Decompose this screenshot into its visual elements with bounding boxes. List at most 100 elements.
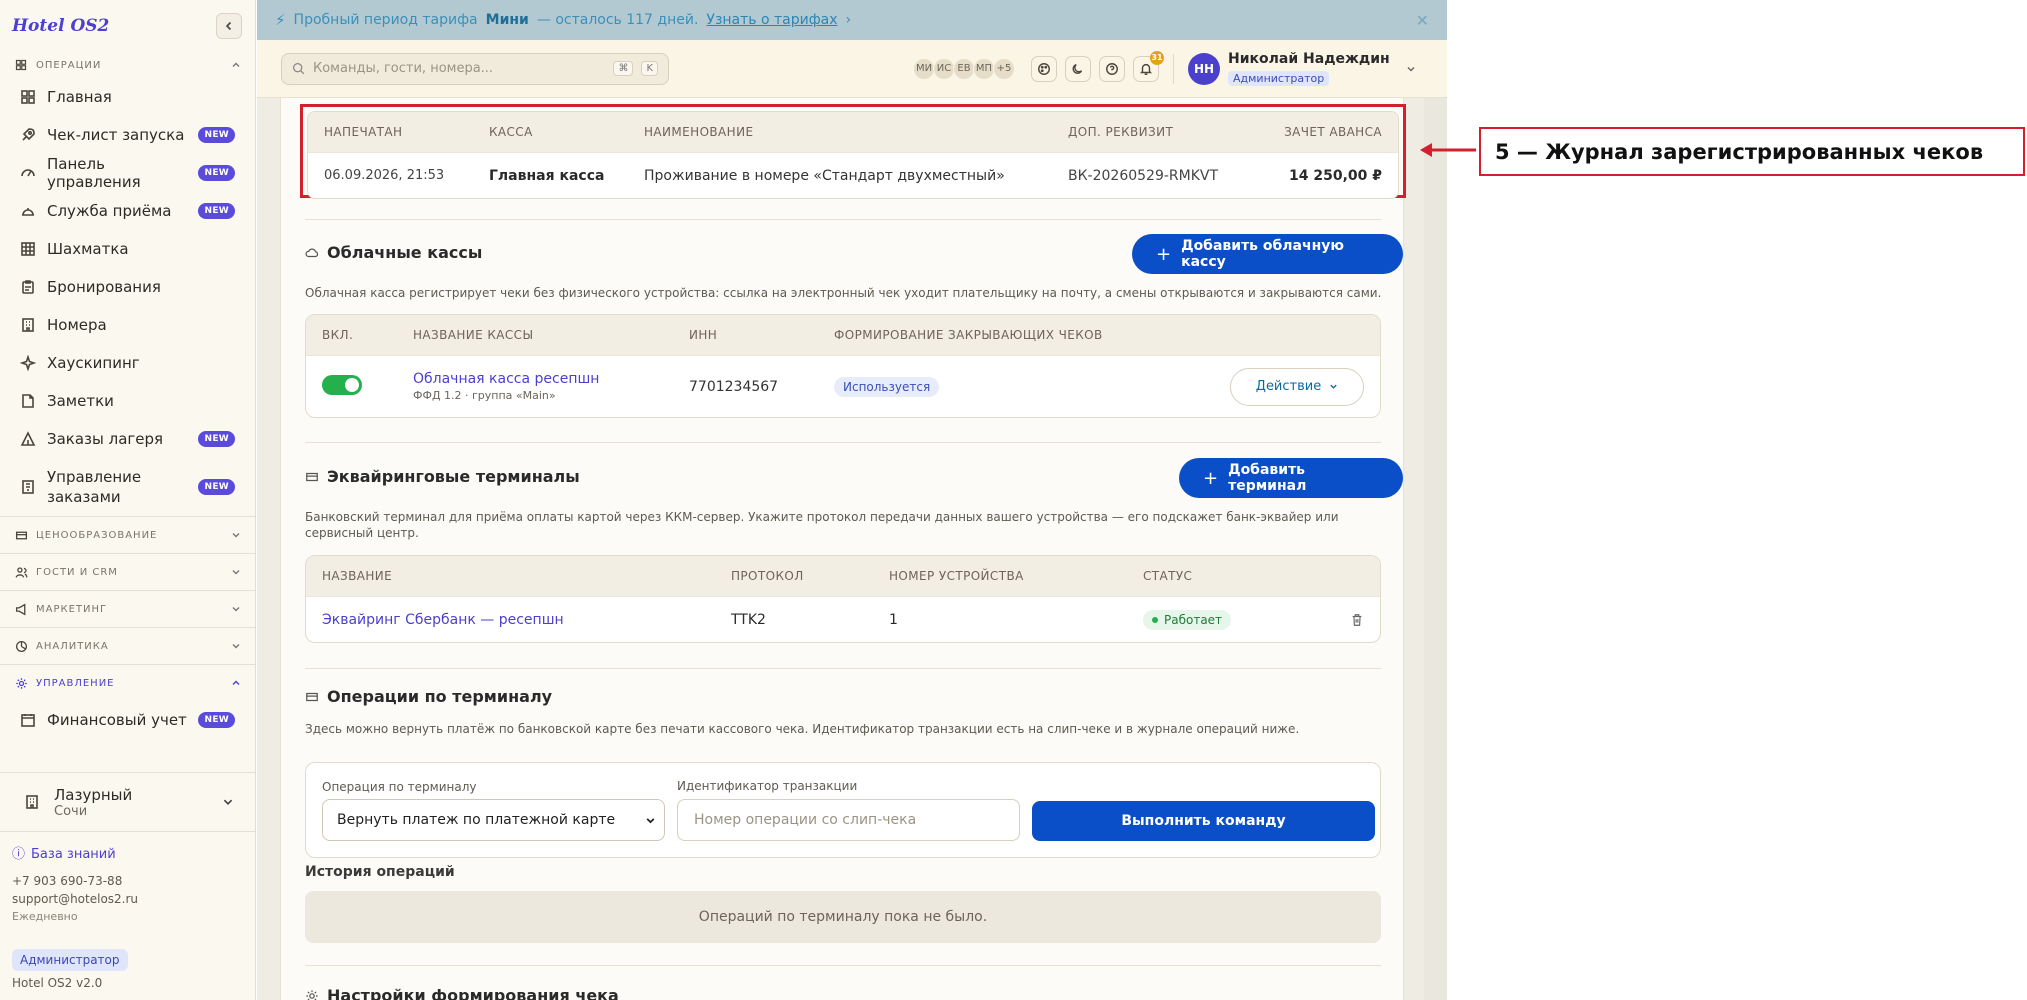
theme-palette-button[interactable] bbox=[1031, 55, 1057, 82]
sidebar-item-label: Управление заказами bbox=[47, 468, 142, 506]
register-name-link[interactable]: Облачная касса ресепшн bbox=[413, 371, 689, 387]
table-header: Напечатан Касса Наименование Доп. реквиз… bbox=[308, 112, 1398, 152]
sidebar-item-label: Хаускипинг bbox=[47, 354, 140, 372]
sidebar-footer: ⓘ База знаний +7 903 690-73-88 support@ho… bbox=[12, 846, 138, 926]
sidebar-item-label: Панель управления bbox=[47, 155, 141, 191]
sidebar-item-housekeeping[interactable]: Хаускипинг bbox=[0, 344, 255, 382]
knowledge-base-label: База знаний bbox=[31, 847, 116, 862]
chevron-down-icon bbox=[232, 533, 240, 538]
user-menu[interactable]: НН Николай Надеждин Администратор bbox=[1188, 51, 1416, 86]
col-printed: Напечатан bbox=[324, 125, 403, 139]
transaction-id-label: Идентификатор транзакции bbox=[677, 779, 858, 793]
receipts-journal-highlight: Напечатан Касса Наименование Доп. реквиз… bbox=[300, 104, 1406, 199]
add-terminal-button[interactable]: + Добавить терминал bbox=[1179, 458, 1403, 498]
chevron-left-icon bbox=[225, 21, 232, 31]
users-icon bbox=[13, 564, 29, 580]
sidebar-item-finance[interactable]: Финансовый учет NEW bbox=[0, 701, 255, 739]
sidebar-item-home[interactable]: Главная bbox=[0, 78, 255, 116]
gear-icon bbox=[306, 989, 318, 1000]
table-row[interactable]: 06.09.2026, 21:53 Главная касса Проживан… bbox=[308, 152, 1398, 198]
hotel-selector[interactable]: Лазурный Сочи bbox=[0, 772, 256, 832]
cloud-registers-description: Облачная касса регистрирует чеки без физ… bbox=[305, 286, 1382, 300]
transaction-id-input[interactable]: Номер операции со слип-чека bbox=[677, 799, 1020, 841]
sidebar-section-pricing[interactable]: Ценообразование bbox=[0, 517, 255, 553]
scrollbar[interactable] bbox=[1424, 98, 1447, 1000]
chevron-right-icon: › bbox=[845, 12, 852, 28]
col-protocol: Протокол bbox=[731, 569, 804, 583]
sidebar-section-guests-crm[interactable]: Гости и CRM bbox=[0, 554, 255, 590]
chevron-down-icon bbox=[232, 607, 240, 612]
new-badge: NEW bbox=[198, 431, 235, 447]
knowledge-base-link[interactable]: ⓘ База знаний bbox=[12, 846, 138, 864]
enable-toggle[interactable] bbox=[322, 374, 362, 395]
sidebar-section-operations[interactable]: Операции bbox=[0, 52, 255, 78]
pricing-link[interactable]: Узнать о тарифах bbox=[706, 12, 837, 28]
sidebar: Hotel OS2 Операции Главная Чек-лист запу… bbox=[0, 0, 256, 1000]
sidebar-item-bookings[interactable]: Бронирования bbox=[0, 268, 255, 306]
user-name: Николай Надеждин bbox=[1228, 51, 1390, 67]
button-label: Действие bbox=[1255, 379, 1322, 394]
support-phone[interactable]: +7 903 690-73-88 bbox=[12, 872, 138, 890]
cell-register: Главная касса bbox=[489, 167, 605, 184]
bell-desk-icon bbox=[20, 203, 36, 219]
plus-icon: + bbox=[1156, 243, 1172, 265]
sidebar-item-camp-orders[interactable]: Заказы лагеря NEW bbox=[0, 420, 255, 458]
operation-select[interactable]: Вернуть платеж по платежной карте bbox=[322, 799, 665, 841]
sidebar-item-front-desk[interactable]: Служба приёма NEW bbox=[0, 192, 255, 230]
user-avatar: НН bbox=[1188, 52, 1220, 85]
chevron-down-icon bbox=[646, 817, 655, 823]
cell-name: Проживание в номере «Стандарт двухместны… bbox=[644, 167, 1005, 184]
terminal-operations-title: Операции по терминалу bbox=[305, 687, 552, 706]
support-email[interactable]: support@hotelos2.ru bbox=[12, 890, 138, 908]
sidebar-item-order-management[interactable]: Управление заказами NEW bbox=[0, 458, 255, 516]
lightning-icon: ⚡ bbox=[275, 11, 286, 29]
notifications-button[interactable]: 31 bbox=[1133, 50, 1164, 82]
terminals-title: Эквайринговые терминалы bbox=[305, 467, 580, 486]
hotel-city: Сочи bbox=[54, 803, 88, 819]
help-button[interactable] bbox=[1099, 55, 1125, 82]
search-input[interactable]: Команды, гости, номера... ⌘ K bbox=[281, 52, 669, 85]
chevron-down-icon bbox=[232, 570, 240, 575]
cell-device: 1 bbox=[889, 611, 898, 628]
new-badge: NEW bbox=[198, 127, 235, 143]
sidebar-section-management[interactable]: Управление bbox=[0, 665, 255, 701]
bell-icon bbox=[1139, 63, 1153, 75]
cell-inn: 7701234567 bbox=[689, 378, 779, 395]
add-cloud-register-button[interactable]: + Добавить облачную кассу bbox=[1132, 234, 1403, 274]
selected-value: Вернуть платеж по платежной карте bbox=[337, 812, 616, 828]
sidebar-item-rooms[interactable]: Номера bbox=[0, 306, 255, 344]
divider bbox=[305, 219, 1381, 220]
collapse-sidebar-button[interactable] bbox=[216, 13, 242, 39]
cloud-registers-title: Облачные кассы bbox=[305, 243, 482, 262]
terminals-table: Название Протокол Номер устройства Стату… bbox=[305, 555, 1381, 643]
action-dropdown-button[interactable]: Действие bbox=[1230, 367, 1364, 406]
trash-icon[interactable] bbox=[1350, 613, 1364, 627]
sidebar-item-label: Финансовый учет bbox=[47, 711, 187, 729]
sidebar-section-marketing[interactable]: Маркетинг bbox=[0, 591, 255, 627]
input-placeholder: Номер операции со слип-чека bbox=[694, 812, 917, 828]
cell-printed: 06.09.2026, 21:53 bbox=[324, 168, 445, 183]
cloud-registers-table: Вкл. Название кассы ИНН Формирование зак… bbox=[305, 314, 1381, 418]
brand-logo[interactable]: Hotel OS2 bbox=[12, 16, 109, 36]
building-icon bbox=[24, 794, 40, 810]
sidebar-item-chessboard[interactable]: Шахматка bbox=[0, 230, 255, 268]
sidebar-section-analytics[interactable]: Аналитика bbox=[0, 628, 255, 664]
operations-history-empty: Операций по терминалу пока не было. bbox=[305, 891, 1381, 943]
sidebar-item-launch-checklist[interactable]: Чек-лист запуска NEW bbox=[0, 116, 255, 154]
dark-mode-button[interactable] bbox=[1065, 55, 1091, 82]
sidebar-item-label: Заказы лагеря bbox=[47, 430, 164, 448]
cell-status: Работает bbox=[1143, 609, 1350, 630]
close-icon[interactable]: ✕ bbox=[1416, 11, 1429, 30]
trial-text-post: — осталось 117 дней. bbox=[536, 12, 699, 28]
execute-command-button[interactable]: Выполнить команду bbox=[1032, 801, 1375, 841]
sidebar-item-notes[interactable]: Заметки bbox=[0, 382, 255, 420]
col-register: Касса bbox=[489, 125, 533, 139]
terminal-name-link[interactable]: Эквайринг Сбербанк — ресепшн bbox=[322, 612, 731, 628]
col-advance: Зачет аванса bbox=[1284, 125, 1382, 139]
user-role-badge: Администратор bbox=[1228, 71, 1330, 86]
section-title: Облачные кассы bbox=[327, 243, 483, 262]
sidebar-item-dashboard[interactable]: Панель управления NEW bbox=[0, 154, 255, 192]
clipboard-icon bbox=[20, 279, 36, 295]
plus-icon: + bbox=[1203, 467, 1219, 489]
online-users[interactable]: МИ ИС ЕВ МП +5 bbox=[913, 57, 1015, 80]
